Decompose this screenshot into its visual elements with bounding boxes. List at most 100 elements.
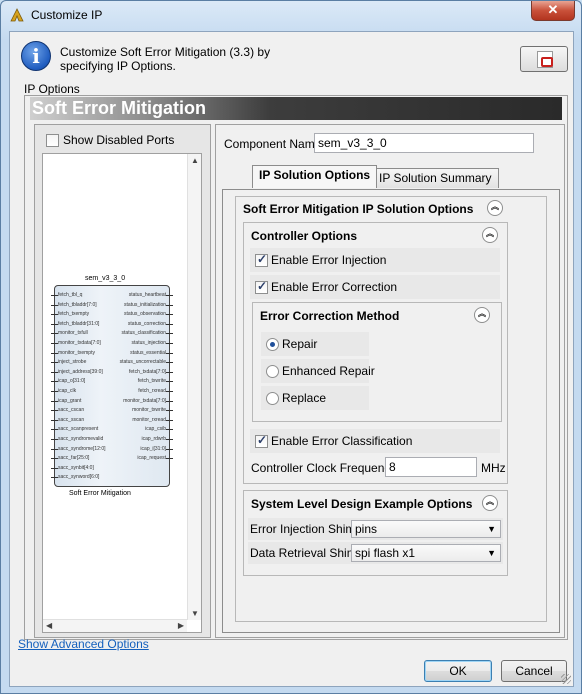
symbol-viewer[interactable]: sem_v3_3_0 fetch_tbl_q fetch_tbladdr[7:0]… (42, 153, 202, 633)
solution-options-title: Soft Error Mitigation IP Solution Option… (243, 202, 474, 216)
enable-error-classification-checkbox[interactable] (255, 433, 268, 448)
solution-options-group: Soft Error Mitigation IP Solution Option… (235, 196, 547, 622)
options-pane: Component Name sem_v3_3_0 IP Solution Op… (215, 124, 565, 638)
tab-ip-solution-options[interactable]: IP Solution Options (252, 165, 378, 188)
symbol-output-pin-line (166, 429, 173, 431)
symbol-output-pin: status_initialization (124, 301, 166, 308)
symbol-input-pin: sacc_scanpresent (58, 426, 99, 433)
symbol-output-pin: monitor_txdata[7:0] (123, 397, 166, 404)
clock-frequency-input[interactable]: 8 (385, 457, 477, 477)
repair-radio[interactable] (266, 338, 279, 351)
symbol-input-pin-line (51, 352, 58, 354)
symbol-input-pin: icap_o[31:0] (58, 378, 86, 385)
ip-banner-title: Soft Error Mitigation (30, 97, 562, 120)
symbol-output-pin-line (166, 419, 173, 421)
enable-error-correction-checkbox[interactable] (255, 279, 268, 294)
tab-ip-solution-summary[interactable]: IP Solution Summary (372, 168, 499, 188)
symbol-output-pin-line (166, 362, 173, 364)
symbol-input-pin-line (51, 362, 58, 364)
symbol-input-pin: monitor_txfull (58, 330, 88, 337)
chevron-down-icon: ▼ (487, 548, 496, 558)
collapse-icon[interactable]: ︽ (487, 200, 503, 216)
symbol-output-pin: fetch_txwrite (137, 378, 166, 385)
controller-options-title: Controller Options (251, 229, 357, 243)
show-disabled-ports-checkbox[interactable] (46, 134, 59, 147)
symbol-output-pin-line (166, 410, 173, 412)
symbol-input-pin-line (51, 295, 58, 296)
symbol-output-pin-line (166, 304, 173, 306)
repair-label: Repair (282, 337, 318, 351)
close-button[interactable]: ✕ (531, 1, 575, 21)
symbol-input-pin-line (51, 419, 58, 421)
controller-options-group: Controller Options ︽ Enable Error Inject… (243, 222, 508, 484)
symbol-output-pin: status_heartbeat (128, 292, 166, 298)
symbol-input-pin-line (51, 410, 58, 412)
symbol-output-pin: status_injection (131, 340, 166, 346)
symbol-input-pin: monitor_txempty (58, 349, 95, 356)
symbol-input-pin-line (51, 333, 58, 335)
symbol-horizontal-scrollbar[interactable]: ◀ ▶ (43, 619, 187, 632)
symbol-output-pin-line (166, 439, 173, 440)
symbol-output-pin: icap_csib (145, 426, 166, 433)
scroll-right-icon[interactable]: ▶ (178, 621, 184, 630)
symbol-input-pin-line (51, 448, 58, 450)
symbol-input-pin-line (51, 371, 58, 373)
symbol-output-pin: icap_i[31:0] (140, 445, 166, 452)
cancel-button[interactable]: Cancel (501, 660, 567, 682)
symbol-input-pin-line (51, 429, 58, 431)
enhanced-repair-label: Enhanced Repair (282, 364, 375, 378)
replace-radio[interactable] (266, 392, 279, 405)
error-correction-method-title: Error Correction Method (260, 309, 400, 323)
title-bar[interactable]: Customize IP ✕ (1, 1, 581, 29)
header-description: Customize Soft Error Mitigation (3.3) by… (60, 45, 271, 73)
scroll-down-icon[interactable]: ▼ (191, 609, 199, 618)
symbol-output-pin: status_observation (124, 311, 166, 318)
collapse-icon[interactable]: ︽ (482, 495, 498, 511)
enable-error-injection-checkbox[interactable] (255, 252, 268, 267)
show-advanced-options-link[interactable]: Show Advanced Options (18, 637, 149, 651)
data-retrieval-shim-select[interactable]: spi flash x1 ▼ (351, 544, 501, 562)
symbol-output-pin: fetch_rxread (138, 388, 166, 394)
symbol-input-pin: monitor_txdata[7:0] (58, 340, 101, 346)
symbol-output-pin: monitor_txwrite (132, 407, 166, 414)
component-name-input[interactable]: sem_v3_3_0 (314, 133, 534, 153)
symbol-input-pin: sacc_sscan (58, 416, 85, 423)
scroll-up-icon[interactable]: ▲ (191, 156, 199, 165)
documentation-button[interactable] (520, 46, 568, 72)
symbol-input-pin: inject_strobe (58, 359, 87, 366)
symbol-output-pin: status_correction (127, 320, 166, 327)
enhanced-repair-radio[interactable] (266, 365, 279, 378)
symbol-input-pin-line (51, 391, 58, 392)
customize-ip-window: Customize IP ✕ i Customize Soft Error Mi… (0, 0, 582, 694)
symbol-vertical-scrollbar[interactable]: ▲ ▼ (187, 154, 201, 620)
symbol-output-pin-line (166, 458, 173, 460)
info-icon: i (21, 41, 51, 71)
error-injection-shim-label: Error Injection Shim (250, 522, 356, 536)
symbol-input-pin: sacc_cscan (58, 407, 85, 414)
symbol-input-pin-line (51, 381, 58, 383)
symbol-output-pin: icap_request (137, 455, 166, 462)
symbol-output-pin-line (166, 343, 173, 344)
symbol-input-pin: sacc_far[25:0] (58, 455, 90, 462)
symbol-output-pin-line (166, 400, 173, 402)
symbol-output-pin-line (166, 295, 173, 296)
symbol-output-pin: icap_rdwrb (141, 436, 166, 442)
system-level-options-title: System Level Design Example Options (251, 497, 473, 511)
resize-grip-icon[interactable] (561, 674, 571, 684)
window-title: Customize IP (31, 8, 103, 22)
collapse-icon[interactable]: ︽ (474, 307, 490, 323)
symbol-input-pin: icap_clk (58, 388, 77, 394)
symbol-output-pin-line (166, 333, 173, 335)
vivado-app-icon (10, 8, 24, 22)
symbol-output-pin: status_essential (130, 349, 166, 356)
symbol-input-pin-line (51, 323, 58, 325)
data-retrieval-shim-value: spi flash x1 (355, 546, 416, 560)
error-injection-shim-value: pins (355, 522, 378, 536)
collapse-icon[interactable]: ︽ (482, 227, 498, 243)
symbol-input-pin: sacc_syndromevalid (58, 436, 104, 442)
error-injection-shim-select[interactable]: pins ▼ (351, 520, 501, 538)
ok-button[interactable]: OK (424, 660, 492, 682)
symbol-output-pin-line (166, 381, 173, 383)
scroll-left-icon[interactable]: ◀ (46, 621, 52, 630)
symbol-input-pin: fetch_tbladdr[31:0] (58, 320, 100, 327)
